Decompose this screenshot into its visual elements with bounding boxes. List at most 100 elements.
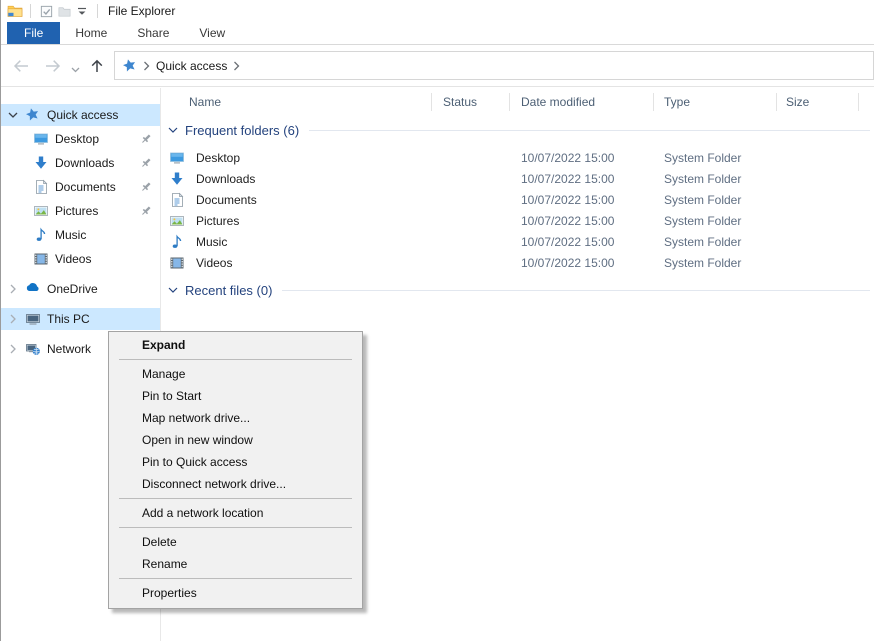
menu-item-disconnect-network-drive[interactable]: Disconnect network drive... [109, 473, 362, 495]
sidebar-item-quick-access[interactable]: Quick access [1, 104, 160, 126]
column-header-status[interactable]: Status [443, 95, 477, 109]
file-row-documents[interactable]: Documents 10/07/2022 15:00 System Folder [162, 190, 874, 211]
menu-separator [119, 527, 352, 528]
up-icon[interactable] [87, 57, 107, 75]
pin-icon [140, 133, 152, 145]
context-menu: Expand Manage Pin to Start Map network d… [108, 331, 363, 609]
tab-share[interactable]: Share [122, 22, 184, 44]
file-date-modified: 10/07/2022 15:00 [521, 172, 614, 186]
documents-icon [169, 192, 185, 208]
menu-item-delete[interactable]: Delete [109, 531, 362, 553]
column-header-date-modified[interactable]: Date modified [521, 95, 595, 109]
onedrive-icon [25, 281, 41, 297]
file-type: System Folder [664, 151, 741, 165]
sidebar-item-pictures[interactable]: Pictures [1, 200, 160, 222]
chevron-right-icon[interactable] [8, 314, 18, 324]
menu-separator [119, 578, 352, 579]
menu-item-expand[interactable]: Expand [109, 334, 362, 356]
breadcrumb-segment[interactable]: Quick access [156, 59, 227, 73]
chevron-down-icon[interactable] [168, 285, 178, 295]
chevron-down-icon[interactable] [8, 110, 18, 120]
downloads-icon [169, 171, 185, 187]
properties-icon[interactable] [37, 2, 55, 20]
file-name: Desktop [196, 151, 240, 165]
file-type: System Folder [664, 235, 741, 249]
menu-item-open-in-new-window[interactable]: Open in new window [109, 429, 362, 451]
column-separator[interactable] [509, 93, 510, 111]
file-type: System Folder [664, 214, 741, 228]
column-separator[interactable] [653, 93, 654, 111]
file-row-downloads[interactable]: Downloads 10/07/2022 15:00 System Folder [162, 169, 874, 190]
sidebar-item-label: Network [47, 342, 91, 356]
menu-separator [119, 359, 352, 360]
breadcrumb-chevron-icon[interactable] [233, 61, 240, 71]
column-header-size[interactable]: Size [786, 95, 809, 109]
column-separator[interactable] [858, 93, 859, 111]
back-icon[interactable] [11, 57, 31, 75]
file-row-pictures[interactable]: Pictures 10/07/2022 15:00 System Folder [162, 211, 874, 232]
tab-file[interactable]: File [7, 22, 60, 44]
menu-item-pin-to-quick-access[interactable]: Pin to Quick access [109, 451, 362, 473]
menu-item-add-a-network-location[interactable]: Add a network location [109, 502, 362, 524]
forward-icon[interactable] [43, 57, 63, 75]
column-header-name[interactable]: Name [189, 95, 221, 109]
column-headers: Name Status Date modified Type Size [162, 88, 874, 115]
menu-item-pin-to-start[interactable]: Pin to Start [109, 385, 362, 407]
music-icon [33, 227, 49, 243]
sidebar-item-music[interactable]: Music [1, 224, 160, 246]
ribbon-tab-bar: File Home Share View [1, 22, 874, 45]
desktop-icon [33, 131, 49, 147]
sidebar-item-label: OneDrive [47, 282, 98, 296]
new-folder-icon[interactable] [55, 2, 73, 20]
frequent-folders-rows: Desktop 10/07/2022 15:00 System Folder D… [162, 148, 874, 274]
file-explorer-logo-icon [6, 2, 24, 20]
sidebar-item-label: Downloads [55, 156, 114, 170]
videos-icon [33, 251, 49, 267]
sidebar-item-downloads[interactable]: Downloads [1, 152, 160, 174]
pictures-icon [169, 213, 185, 229]
tab-home[interactable]: Home [60, 22, 122, 44]
column-separator[interactable] [776, 93, 777, 111]
menu-item-rename[interactable]: Rename [109, 553, 362, 575]
group-header-label: Frequent folders (6) [185, 123, 299, 138]
pin-icon [140, 157, 152, 169]
customize-toolbar-chevron-icon[interactable] [73, 2, 91, 20]
column-separator[interactable] [431, 93, 432, 111]
file-name: Documents [196, 193, 257, 207]
file-type: System Folder [664, 256, 741, 270]
group-header-line [309, 130, 870, 131]
menu-item-properties[interactable]: Properties [109, 582, 362, 604]
window-title: File Explorer [108, 4, 175, 18]
chevron-down-icon[interactable] [168, 125, 178, 135]
sidebar-item-documents[interactable]: Documents [1, 176, 160, 198]
chevron-right-icon[interactable] [8, 344, 18, 354]
file-name: Downloads [196, 172, 255, 186]
file-row-desktop[interactable]: Desktop 10/07/2022 15:00 System Folder [162, 148, 874, 169]
file-type: System Folder [664, 172, 741, 186]
sidebar-item-label: Pictures [55, 204, 98, 218]
file-row-music[interactable]: Music 10/07/2022 15:00 System Folder [162, 232, 874, 253]
sidebar-item-onedrive[interactable]: OneDrive [1, 278, 160, 300]
sidebar-item-desktop[interactable]: Desktop [1, 128, 160, 150]
tab-view[interactable]: View [184, 22, 240, 44]
menu-item-map-network-drive[interactable]: Map network drive... [109, 407, 362, 429]
group-header-frequent-folders[interactable]: Frequent folders (6) [168, 120, 870, 140]
group-header-recent-files[interactable]: Recent files (0) [168, 280, 870, 300]
column-header-type[interactable]: Type [664, 95, 690, 109]
quick-access-star-icon [25, 107, 41, 123]
sidebar-item-this-pc[interactable]: This PC [1, 308, 160, 330]
downloads-icon [33, 155, 49, 171]
recent-locations-chevron-icon[interactable] [69, 61, 81, 79]
menu-item-manage[interactable]: Manage [109, 363, 362, 385]
title-bar: File Explorer [1, 0, 874, 22]
sidebar-item-videos[interactable]: Videos [1, 248, 160, 270]
address-bar[interactable]: Quick access [114, 51, 874, 80]
chevron-right-icon[interactable] [8, 284, 18, 294]
file-type: System Folder [664, 193, 741, 207]
group-header-line [282, 290, 870, 291]
file-row-videos[interactable]: Videos 10/07/2022 15:00 System Folder [162, 253, 874, 274]
breadcrumb-chevron-icon[interactable] [143, 61, 150, 71]
titlebar-separator [97, 4, 98, 18]
sidebar-item-label: This PC [47, 312, 90, 326]
documents-icon [33, 179, 49, 195]
